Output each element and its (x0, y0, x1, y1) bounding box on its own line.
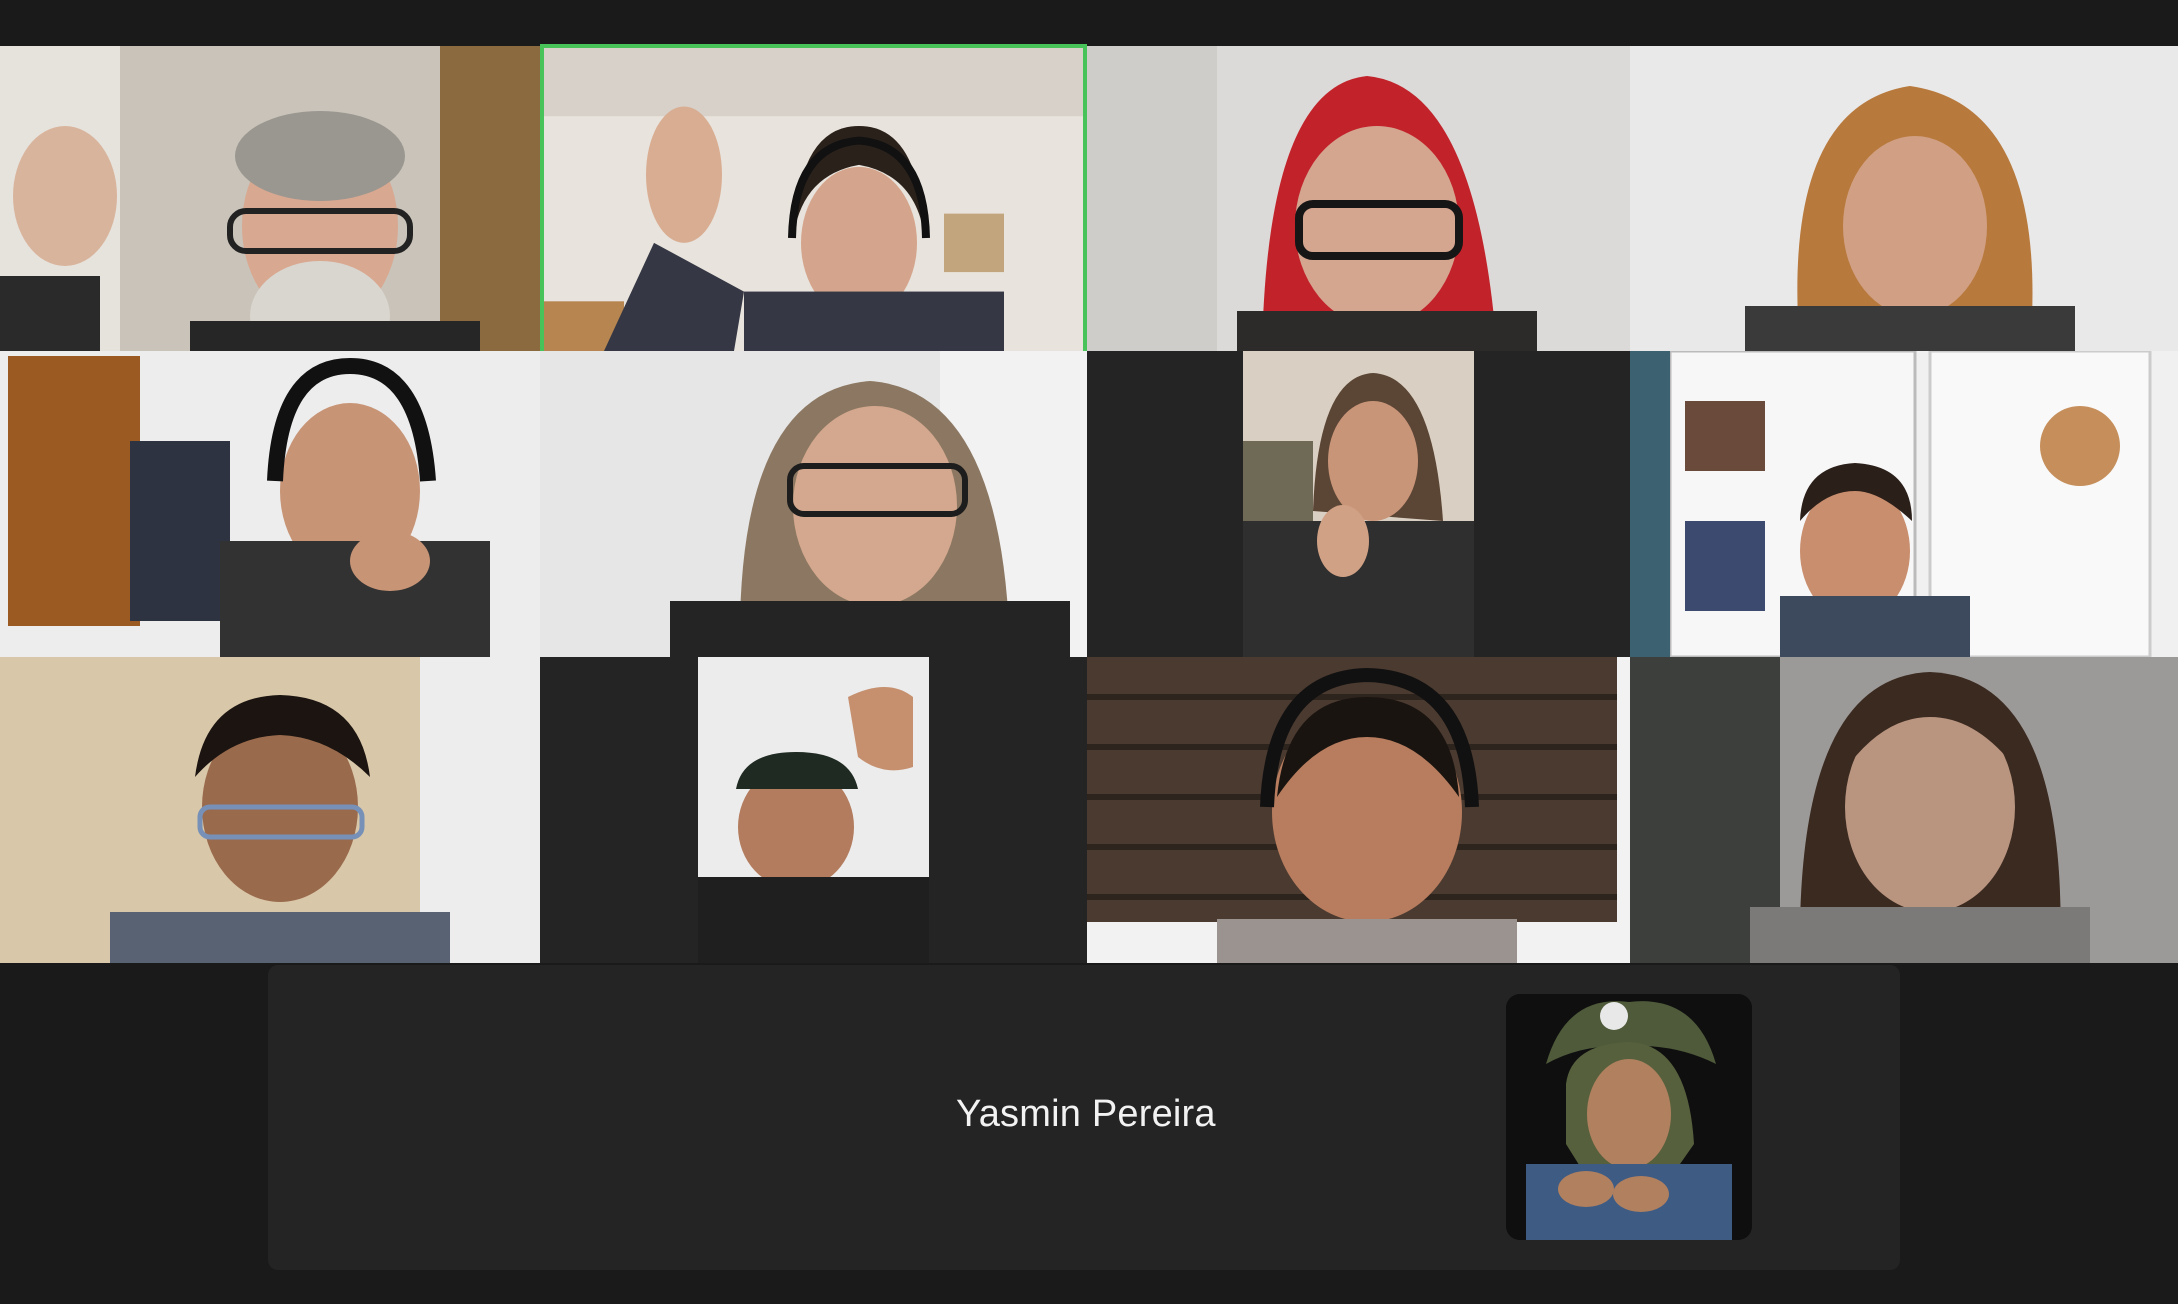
video-tile-5[interactable] (0, 351, 540, 657)
video-tile-10[interactable] (540, 657, 1087, 963)
participant-video (544, 48, 1083, 351)
video-tile-9[interactable] (0, 657, 540, 963)
video-tile-11[interactable] (1087, 657, 1630, 963)
participant-video (1087, 657, 1630, 963)
participant-video (1630, 351, 2178, 657)
participant-video (1630, 46, 2178, 351)
participant-video (1630, 657, 2178, 963)
participant-video (540, 351, 1087, 657)
participant-video (0, 351, 540, 657)
video-gallery: Yasmin Pereira (0, 0, 2178, 1304)
profile-photo-icon (1506, 994, 1752, 1240)
participant-video (1243, 351, 1474, 657)
video-tile-4[interactable] (1630, 46, 2178, 351)
participant-name: Yasmin Pereira (956, 1093, 1216, 1135)
participant-video (698, 657, 929, 963)
video-tile-1[interactable] (0, 46, 540, 351)
participant-video (0, 657, 540, 963)
video-tile-6[interactable] (540, 351, 1087, 657)
participant-video (1087, 46, 1630, 351)
participant-video (0, 46, 540, 351)
video-tile-8[interactable] (1630, 351, 2178, 657)
camera-off-participant-tile[interactable]: Yasmin Pereira (268, 965, 1900, 1270)
video-tile-7[interactable] (1087, 351, 1630, 657)
video-tile-12[interactable] (1630, 657, 2178, 963)
video-tile-2-active-speaker[interactable] (540, 44, 1087, 355)
video-tile-3[interactable] (1087, 46, 1630, 351)
